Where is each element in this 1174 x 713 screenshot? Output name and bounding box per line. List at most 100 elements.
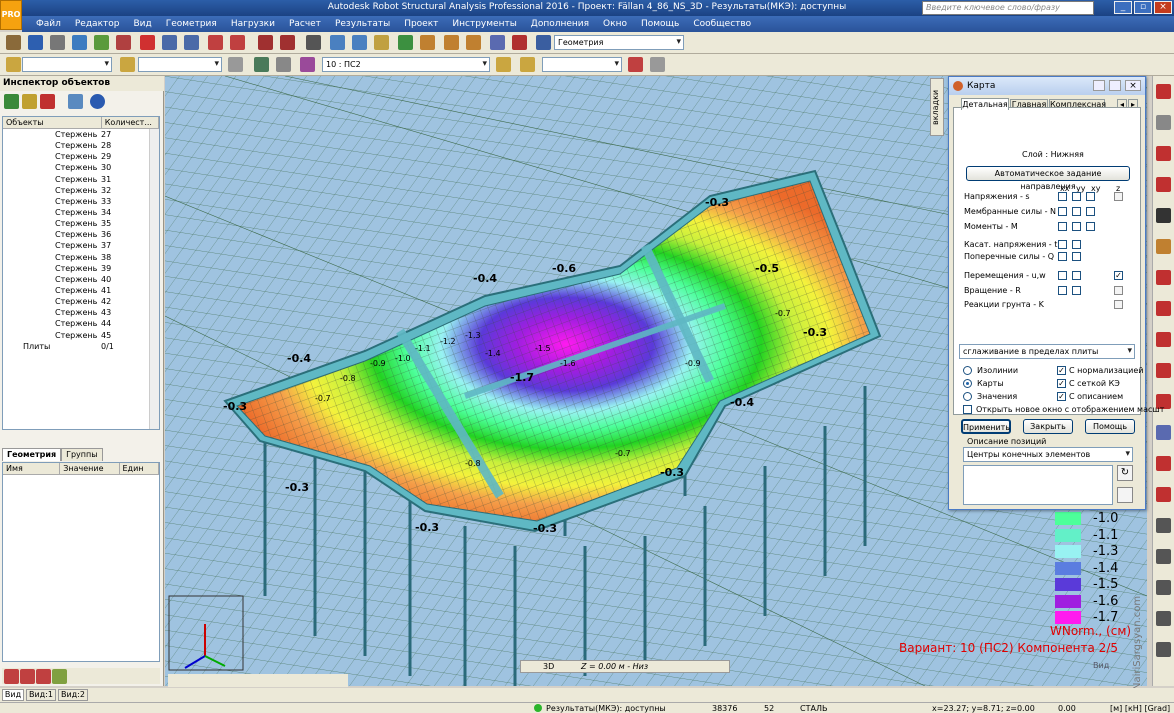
table2-icon[interactable] [280,35,295,50]
structure-icon[interactable] [398,35,413,50]
right-tool-icon[interactable] [1156,301,1171,316]
tree-row[interactable]: Стержень 32 [3,185,159,196]
menu-project[interactable]: Проект [404,19,438,29]
bar-icon[interactable] [120,57,135,72]
right-tool-icon[interactable] [1156,332,1171,347]
help-button[interactable]: Помощь [1085,419,1135,434]
result-type-checkbox[interactable] [1072,192,1081,201]
fe-mesh-checkbox[interactable]: ✓ [1057,379,1066,388]
right-tool-icon[interactable] [1156,115,1171,130]
table-icon[interactable] [258,35,273,50]
paste-icon[interactable] [184,35,199,50]
open-new-window-checkbox[interactable] [963,405,972,414]
result-type-checkbox[interactable] [1114,300,1123,309]
menu-community[interactable]: Сообщество [693,19,751,29]
result-type-checkbox[interactable] [1072,252,1081,261]
preview-icon[interactable] [94,35,109,50]
status-units[interactable]: [м] [кН] [Grad] [1110,703,1170,713]
tree-row[interactable]: Стержень 39 [3,263,159,274]
tree-row[interactable]: Стержень 43 [3,307,159,318]
open-icon[interactable] [72,35,87,50]
tree-row[interactable]: Стержень 27 [3,129,159,140]
lock-icon[interactable] [306,35,321,50]
tree-col-count[interactable]: Количест... [102,117,159,128]
menu-results[interactable]: Результаты [335,19,390,29]
menu-geometry[interactable]: Геометрия [166,19,217,29]
redo-icon[interactable] [230,35,245,50]
bar-combo[interactable] [138,57,222,72]
right-tool-icon[interactable] [1156,239,1171,254]
tree-row[interactable]: Стержень 41 [3,285,159,296]
minimize-button[interactable]: _ [1114,1,1132,14]
tree-row[interactable]: Стержень 37 [3,240,159,251]
values-radio[interactable] [963,392,972,401]
auto-direction-button[interactable]: Автоматическое задание направления [966,166,1130,191]
result-type-checkbox[interactable] [1086,222,1095,231]
right-tool-icon[interactable] [1156,611,1171,626]
result-type-checkbox[interactable] [1072,222,1081,231]
pan-icon[interactable] [352,35,367,50]
display2-icon[interactable] [276,57,291,72]
tree-row[interactable]: Стержень 34 [3,207,159,218]
tree-row[interactable]: Стержень 36 [3,229,159,240]
description-checkbox[interactable]: ✓ [1057,392,1066,401]
search-input[interactable]: Введите ключевое слово/фразу [922,1,1094,15]
result-type-checkbox[interactable] [1058,271,1067,280]
tree-row[interactable]: Стержень 29 [3,151,159,162]
menu-window[interactable]: Окно [603,19,627,29]
result-type-checkbox[interactable]: ✓ [1114,271,1123,280]
menu-tools[interactable]: Инструменты [452,19,516,29]
results-icon[interactable] [490,35,505,50]
loads-icon[interactable] [420,35,435,50]
menu-file[interactable]: Файл [36,19,61,29]
right-tool-icon[interactable] [1156,84,1171,99]
result-type-checkbox[interactable] [1058,192,1067,201]
tool-settings-icon[interactable] [1117,487,1133,503]
zoom-icon[interactable] [330,35,345,50]
case-icon[interactable] [300,57,315,72]
normalize-checkbox[interactable]: ✓ [1057,366,1066,375]
result-type-checkbox[interactable] [1086,207,1095,216]
tree-scrollbar[interactable] [149,129,159,429]
undo-icon[interactable] [208,35,223,50]
save-icon[interactable] [28,35,43,50]
dialog-maximize-button[interactable] [1109,80,1121,91]
right-tool-icon[interactable] [1156,549,1171,564]
tree-row[interactable]: Стержень 45 [3,330,159,341]
layout-icon[interactable] [536,35,551,50]
combinations-icon[interactable] [466,35,481,50]
smoothing-combo[interactable]: сглаживание в пределах плиты [959,344,1135,359]
map-icon[interactable] [628,57,643,72]
tree-row[interactable]: Стержень 31 [3,174,159,185]
right-tool-icon[interactable] [1156,363,1171,378]
clear-filter-icon[interactable] [40,94,55,109]
result-type-checkbox[interactable] [1058,222,1067,231]
tab-detailed[interactable]: Детальная [961,98,1009,110]
new-icon[interactable] [6,35,21,50]
side-tabs[interactable]: вкладки [930,78,944,136]
screen-capture-icon[interactable] [116,35,131,50]
tree-row[interactable]: Стержень 38 [3,252,159,263]
filter-icon[interactable] [4,94,19,109]
case-nav-icon[interactable] [496,57,511,72]
tab-view[interactable]: Вид [2,689,24,701]
menu-view[interactable]: Вид [133,19,151,29]
result-type-checkbox[interactable] [1058,207,1067,216]
level-label[interactable]: Z = 0.00 м - Низ [581,662,648,671]
result-type-checkbox[interactable] [1058,286,1067,295]
funnel-icon[interactable] [22,94,37,109]
result-type-checkbox[interactable] [1072,240,1081,249]
display-icon[interactable] [254,57,269,72]
isolines-radio[interactable] [963,366,972,375]
right-tool-icon[interactable] [1156,456,1171,471]
tree-row[interactable]: Стержень 28 [3,140,159,151]
view-mode[interactable]: 3D [543,662,554,671]
tab-view-1[interactable]: Вид:1 [26,689,56,701]
tree-row[interactable]: Стержень 44 [3,318,159,329]
tools-icon[interactable] [512,35,527,50]
node-icon[interactable] [6,57,21,72]
right-tool-icon[interactable] [1156,518,1171,533]
positions-combo[interactable]: Центры конечных элементов [963,447,1133,462]
menu-addons[interactable]: Дополнения [531,19,589,29]
tree-col-objects[interactable]: Объекты [3,117,102,128]
